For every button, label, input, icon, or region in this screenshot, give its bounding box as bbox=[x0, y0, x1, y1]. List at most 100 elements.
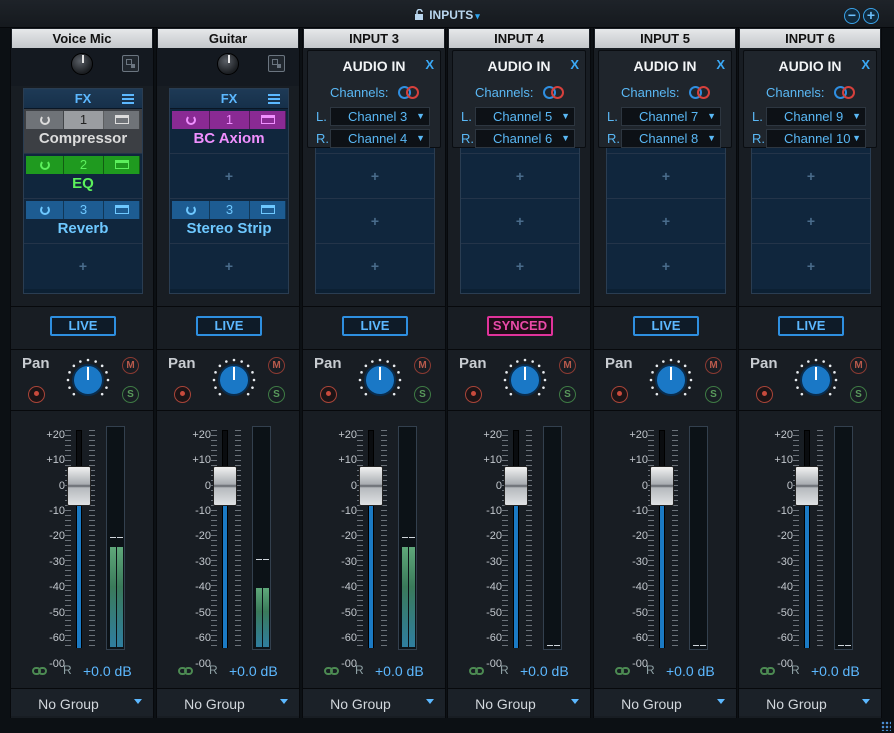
record-arm-button[interactable] bbox=[465, 386, 482, 403]
gain-readout[interactable]: +0.0 dB bbox=[229, 663, 278, 679]
insert-name[interactable]: BC Axiom bbox=[170, 130, 288, 147]
chevron-down-icon[interactable] bbox=[862, 699, 870, 704]
status-button[interactable]: LIVE bbox=[196, 316, 262, 336]
stereo-r-label[interactable]: R bbox=[209, 663, 218, 677]
channel-name[interactable]: INPUT 6 bbox=[740, 29, 880, 48]
fx-empty-slot[interactable]: + bbox=[752, 154, 870, 199]
insert-power[interactable] bbox=[26, 156, 64, 174]
link-icon[interactable] bbox=[615, 667, 631, 675]
pan-knob[interactable] bbox=[793, 357, 839, 403]
fx-header[interactable]: FX bbox=[24, 89, 142, 109]
editor-window-icon[interactable] bbox=[260, 205, 275, 214]
close-button[interactable]: X bbox=[861, 57, 870, 72]
left-channel-select[interactable]: Channel 3 bbox=[330, 107, 430, 126]
stereo-link-icon[interactable] bbox=[398, 86, 420, 99]
solo-button[interactable]: S bbox=[414, 386, 431, 403]
solo-button[interactable]: S bbox=[850, 386, 867, 403]
insert-power[interactable] bbox=[172, 201, 210, 219]
status-button[interactable]: SYNCED bbox=[487, 316, 553, 336]
gain-readout[interactable]: +0.0 dB bbox=[520, 663, 569, 679]
zoom-out-icon[interactable]: − bbox=[844, 8, 860, 24]
record-arm-button[interactable] bbox=[756, 386, 773, 403]
input-gain-knob[interactable] bbox=[71, 53, 93, 75]
power-icon[interactable] bbox=[39, 205, 50, 215]
fx-empty-slot[interactable]: + bbox=[461, 244, 579, 289]
solo-button[interactable]: S bbox=[122, 386, 139, 403]
group-select[interactable]: No Group bbox=[303, 688, 445, 716]
editor-window-icon[interactable] bbox=[260, 115, 275, 124]
chevron-down-icon[interactable]: ▾ bbox=[475, 11, 480, 21]
gain-readout[interactable]: +0.0 dB bbox=[83, 663, 132, 679]
menu-icon[interactable] bbox=[122, 94, 134, 104]
fx-insert-slot[interactable]: 3 Reverb bbox=[24, 199, 142, 244]
record-arm-button[interactable] bbox=[174, 386, 191, 403]
record-arm-button[interactable] bbox=[320, 386, 337, 403]
fx-empty-slot[interactable]: + bbox=[752, 199, 870, 244]
editor-window-icon[interactable] bbox=[114, 205, 129, 214]
pan-knob[interactable] bbox=[648, 357, 694, 403]
mute-button[interactable]: M bbox=[414, 357, 431, 374]
channel-name[interactable]: INPUT 4 bbox=[449, 29, 589, 48]
link-icon[interactable] bbox=[469, 667, 485, 675]
fader-handle[interactable] bbox=[795, 466, 819, 506]
mute-button[interactable]: M bbox=[122, 357, 139, 374]
gain-readout[interactable]: +0.0 dB bbox=[666, 663, 715, 679]
status-button[interactable]: LIVE bbox=[342, 316, 408, 336]
fader-handle[interactable] bbox=[213, 466, 237, 506]
fader-handle[interactable] bbox=[650, 466, 674, 506]
record-arm-button[interactable] bbox=[611, 386, 628, 403]
insert-power[interactable] bbox=[172, 111, 210, 129]
fx-empty-slot[interactable]: + bbox=[316, 154, 434, 199]
fx-empty-slot[interactable]: + bbox=[170, 244, 288, 289]
solo-button[interactable]: S bbox=[559, 386, 576, 403]
left-channel-select[interactable]: Channel 9 bbox=[766, 107, 866, 126]
window-title[interactable]: INPUTS ▾ bbox=[0, 8, 894, 22]
chevron-down-icon[interactable] bbox=[571, 699, 579, 704]
lock-icon[interactable] bbox=[414, 9, 425, 20]
fx-empty-slot[interactable]: + bbox=[24, 244, 142, 289]
stereo-link-icon[interactable] bbox=[689, 86, 711, 99]
mute-button[interactable]: M bbox=[268, 357, 285, 374]
chevron-down-icon[interactable] bbox=[280, 699, 288, 704]
fx-empty-slot[interactable]: + bbox=[607, 244, 725, 289]
power-icon[interactable] bbox=[39, 115, 50, 125]
status-button[interactable]: LIVE bbox=[50, 316, 116, 336]
fx-empty-slot[interactable]: + bbox=[752, 244, 870, 289]
resize-grip-icon[interactable] bbox=[881, 721, 891, 731]
pan-knob[interactable] bbox=[211, 357, 257, 403]
insert-editor[interactable] bbox=[104, 201, 140, 219]
chevron-down-icon[interactable] bbox=[134, 699, 142, 704]
insert-editor[interactable] bbox=[250, 111, 286, 129]
fx-empty-slot[interactable]: + bbox=[607, 199, 725, 244]
status-button[interactable]: LIVE bbox=[633, 316, 699, 336]
mute-button[interactable]: M bbox=[705, 357, 722, 374]
link-icon[interactable] bbox=[178, 667, 194, 675]
editor-window-icon[interactable] bbox=[114, 160, 129, 169]
insert-name[interactable]: EQ bbox=[24, 175, 142, 192]
insert-power[interactable] bbox=[26, 201, 64, 219]
insert-editor[interactable] bbox=[250, 201, 286, 219]
routing-icon[interactable] bbox=[122, 55, 139, 72]
fx-header[interactable]: FX bbox=[170, 89, 288, 109]
close-button[interactable]: X bbox=[425, 57, 434, 72]
group-select[interactable]: No Group bbox=[157, 688, 299, 716]
fx-empty-slot[interactable]: + bbox=[607, 154, 725, 199]
group-select[interactable]: No Group bbox=[739, 688, 881, 716]
group-select[interactable]: No Group bbox=[448, 688, 590, 716]
right-channel-select[interactable]: Channel 10 bbox=[766, 129, 866, 148]
fx-empty-slot[interactable]: + bbox=[170, 154, 288, 199]
stereo-r-label[interactable]: R bbox=[500, 663, 509, 677]
editor-window-icon[interactable] bbox=[114, 115, 129, 124]
right-channel-select[interactable]: Channel 4 bbox=[330, 129, 430, 148]
mute-button[interactable]: M bbox=[850, 357, 867, 374]
group-select[interactable]: No Group bbox=[11, 688, 153, 716]
power-icon[interactable] bbox=[185, 115, 196, 125]
link-icon[interactable] bbox=[32, 667, 48, 675]
gain-readout[interactable]: +0.0 dB bbox=[375, 663, 424, 679]
insert-name[interactable]: Compressor bbox=[24, 130, 142, 147]
right-channel-select[interactable]: Channel 6 bbox=[475, 129, 575, 148]
routing-icon[interactable] bbox=[268, 55, 285, 72]
insert-editor[interactable] bbox=[104, 156, 140, 174]
left-channel-select[interactable]: Channel 7 bbox=[621, 107, 721, 126]
stereo-r-label[interactable]: R bbox=[646, 663, 655, 677]
